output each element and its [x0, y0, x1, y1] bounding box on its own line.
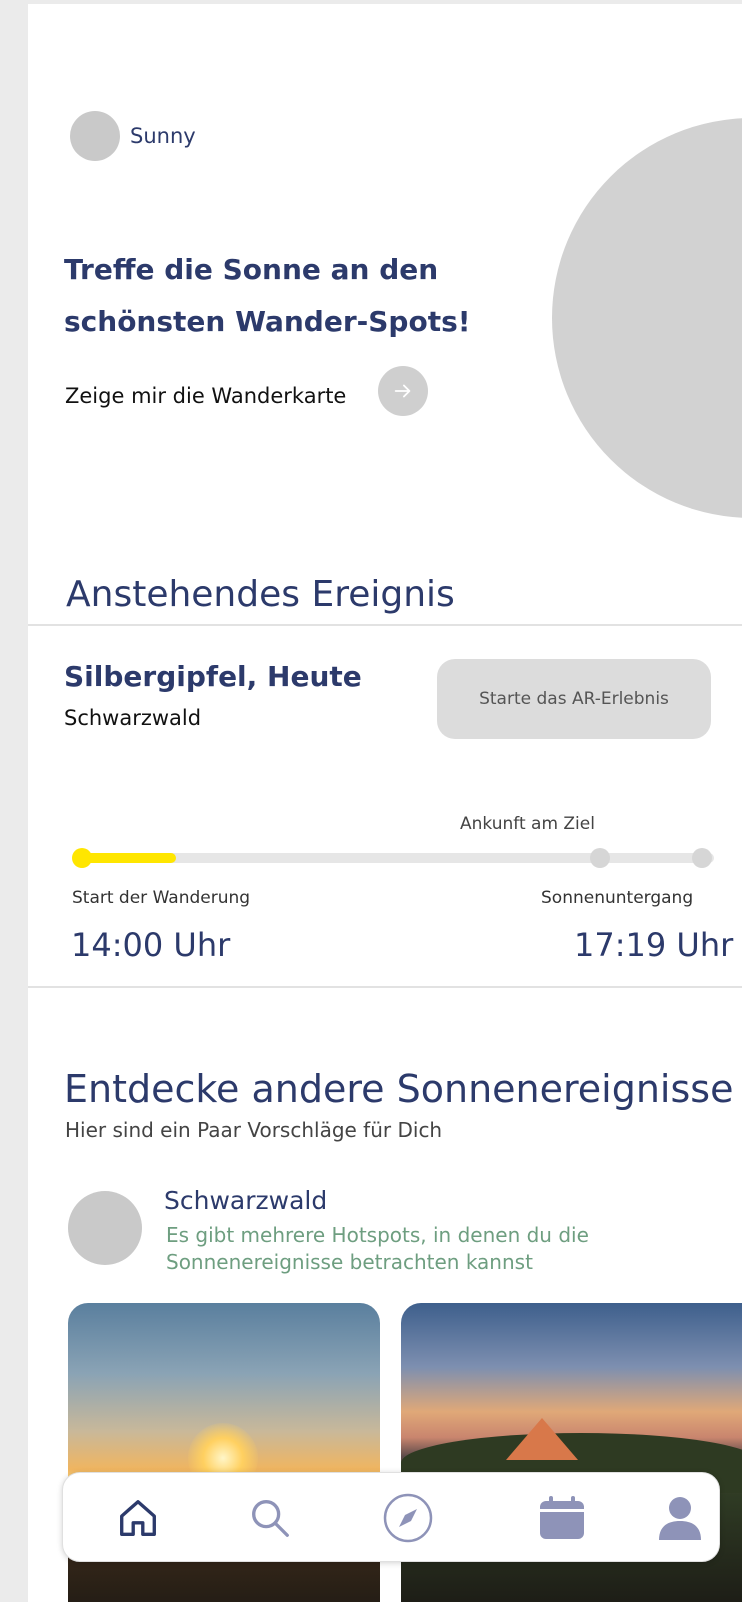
start-marker [72, 848, 92, 868]
event-title: Silbergipfel, Heute [64, 660, 362, 693]
map-link[interactable]: Zeige mir die Wanderkarte [65, 384, 346, 408]
arrow-right-icon [394, 384, 411, 398]
search-icon [252, 1500, 289, 1537]
start-ar-button[interactable]: Starte das AR-Erlebnis [437, 659, 711, 739]
discover-subtitle: Hier sind ein Paar Vorschläge für Dich [65, 1118, 443, 1142]
location-description: Es gibt mehrere Hotspots, in denen du di… [166, 1223, 589, 1274]
map-arrow-button[interactable] [378, 366, 428, 416]
location-avatar [68, 1191, 142, 1265]
nav-profile[interactable] [653, 1491, 707, 1545]
upcoming-section-title: Anstehendes Ereignis [66, 574, 455, 615]
brand-logo [70, 111, 120, 161]
location-name[interactable]: Schwarzwald [164, 1186, 327, 1215]
home-icon [120, 1500, 156, 1536]
nav-home[interactable] [111, 1491, 165, 1545]
arrival-label: Ankunft am Ziel [460, 814, 595, 834]
sunset-time: 17:19 Uhr [574, 926, 734, 964]
discover-title: Entdecke andere Sonnenereignisse [64, 1067, 734, 1111]
divider [28, 986, 742, 988]
bottom-navigation [62, 1472, 720, 1562]
hero-headline: Treffe die Sonne an den schönsten Wander… [64, 253, 471, 338]
compass-icon [383, 1493, 433, 1543]
nav-explore[interactable] [381, 1491, 435, 1545]
divider [28, 624, 742, 626]
brand-name: Sunny [130, 124, 196, 148]
sunset-marker [692, 848, 712, 868]
nav-calendar[interactable] [535, 1491, 589, 1545]
home-screen: Sunny Treffe die Sonne an den schönsten … [28, 4, 742, 1602]
hike-progress-track [74, 853, 714, 863]
sunset-label: Sonnenuntergang [541, 888, 694, 908]
start-label: Start der Wanderung [72, 888, 251, 908]
start-time: 14:00 Uhr [71, 926, 231, 964]
nav-search[interactable] [243, 1491, 297, 1545]
calendar-icon [540, 1496, 584, 1539]
hero-image-placeholder [552, 118, 742, 518]
tent-shape [506, 1418, 578, 1460]
arrival-marker [590, 848, 610, 868]
profile-icon [659, 1497, 701, 1540]
event-region: Schwarzwald [64, 706, 202, 730]
